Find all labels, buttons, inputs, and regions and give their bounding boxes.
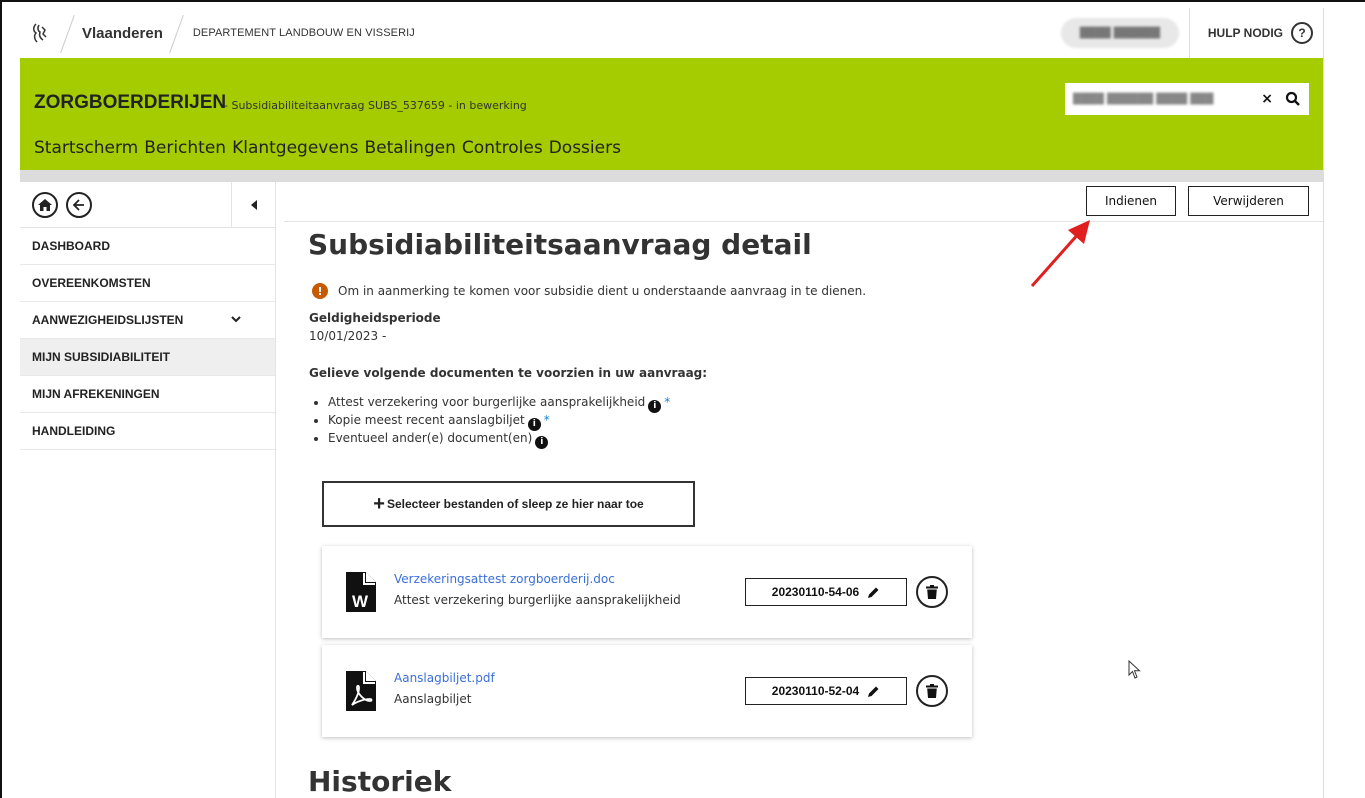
chevron-down-icon[interactable] [231, 314, 241, 324]
edit-version-button[interactable]: 20230110-54-06 [745, 578, 907, 606]
history-title: Historiek [308, 765, 452, 798]
validity-value: 10/01/2023 - [309, 329, 387, 343]
svg-text:W: W [352, 592, 369, 611]
nav-betalingen[interactable]: Betalingen [364, 138, 455, 158]
docs-heading: Gelieve volgende documenten te voorzien … [309, 366, 708, 380]
brand-name[interactable]: Vlaanderen [76, 25, 169, 42]
header-separator [20, 170, 1323, 182]
flemish-lion-logo-icon[interactable] [20, 8, 60, 58]
nav-klantgegevens[interactable]: Klantgegevens [232, 138, 358, 158]
search-icon[interactable] [1285, 91, 1301, 107]
sidebar-tools [20, 182, 275, 228]
pdf-file-icon [346, 671, 376, 711]
sidebar-item-label: DASHBOARD [32, 239, 110, 253]
delete-file-button[interactable] [916, 576, 948, 608]
sidebar-item-dashboard[interactable]: DASHBOARD [20, 228, 275, 265]
sidebar-item-aanwezigheidslijsten[interactable]: AANWEZIGHEIDSLIJSTEN [20, 302, 275, 339]
sidebar: DASHBOARD OVEREENKOMSTEN AANWEZIGHEIDSLI… [20, 182, 276, 798]
version-label: 20230110-54-06 [771, 585, 860, 599]
help-label: HULP NODIG [1207, 26, 1283, 40]
page-title: Subsidiabiliteitsaanvraag detail [308, 228, 812, 261]
trash-icon [926, 585, 938, 599]
collapse-sidebar-icon[interactable] [231, 182, 275, 228]
sidebar-item-overeenkomsten[interactable]: OVEREENKOMSTEN [20, 265, 275, 302]
info-icon[interactable]: i [535, 435, 549, 449]
notice-text: Om in aanmerking te komen voor subsidie … [338, 284, 867, 298]
back-arrow-icon[interactable] [66, 191, 92, 218]
version-label: 20230110-52-04 [771, 684, 860, 698]
pencil-icon [868, 686, 879, 697]
sidebar-item-label: OVEREENKOMSTEN [32, 276, 151, 290]
main-content: Indienen Verwijderen Subsidiabiliteitsaa… [284, 182, 1323, 798]
nav-controles[interactable]: Controles [462, 138, 543, 158]
sidebar-item-mijn-subsidiabiliteit[interactable]: MIJN SUBSIDIABILITEIT [20, 339, 275, 376]
sidebar-item-handleiding[interactable]: HANDLEIDING [20, 413, 275, 450]
divider [169, 8, 185, 58]
sidebar-item-label: MIJN AFREKENINGEN [32, 387, 160, 401]
sidebar-item-mijn-afrekeningen[interactable]: MIJN AFREKENINGEN [20, 376, 275, 413]
question-icon: ? [1291, 22, 1313, 44]
topbar-right: ████ ██████ HULP NODIG ? [1060, 8, 1323, 58]
annotation-arrow-icon [1030, 220, 1090, 287]
file-card: Aanslagbiljet.pdf Aanslagbiljet 20230110… [322, 645, 972, 737]
submit-button[interactable]: Indienen [1086, 186, 1176, 216]
list-item: Kopie meest recent aanslagbiljeti* [328, 413, 670, 431]
list-item: Eventueel ander(e) document(en)i [328, 431, 670, 449]
required-marker: * [543, 413, 550, 427]
plus-icon: + [373, 492, 385, 515]
sidebar-item-label: AANWEZIGHEIDSLIJSTEN [32, 313, 184, 327]
top-bar: Vlaanderen DEPARTEMENT LANDBOUW EN VISSE… [20, 8, 1323, 58]
delete-file-button[interactable] [916, 675, 948, 707]
user-profile-button[interactable]: ████ ██████ [1060, 18, 1179, 48]
pencil-icon [868, 587, 879, 598]
file-link[interactable]: Aanslagbiljet.pdf [394, 671, 495, 685]
divider [60, 8, 76, 58]
help-button[interactable]: HULP NODIG ? [1188, 8, 1323, 58]
mouse-cursor-icon [1128, 660, 1141, 679]
app-header: ZORGBOERDERIJEN - Subsidiabiliteitaanvra… [20, 58, 1323, 170]
nav-dossiers[interactable]: Dossiers [549, 138, 621, 158]
edit-version-button[interactable]: 20230110-52-04 [745, 677, 907, 705]
sidebar-item-label: MIJN SUBSIDIABILITEIT [32, 350, 171, 364]
word-file-icon: W [346, 572, 376, 612]
validity-label: Geldigheidsperiode [309, 311, 441, 325]
file-upload-dropzone[interactable]: + Selecteer bestanden of sleep ze hier n… [322, 481, 695, 527]
search-box[interactable]: ████ ██████ ████ ███ × [1065, 83, 1309, 115]
required-marker: * [664, 395, 671, 409]
main-nav: Startscherm Berichten Klantgegevens Beta… [34, 138, 621, 158]
info-icon[interactable]: i [648, 399, 662, 413]
search-input[interactable]: ████ ██████ ████ ███ [1073, 94, 1261, 105]
home-icon[interactable] [32, 191, 58, 218]
department-name[interactable]: DEPARTEMENT LANDBOUW EN VISSERIJ [185, 27, 415, 39]
upload-label: Selecteer bestanden of sleep ze hier naa… [386, 497, 644, 511]
page-edge [1323, 8, 1324, 798]
file-type: Aanslagbiljet [394, 692, 472, 706]
info-icon[interactable]: i [527, 417, 541, 431]
info-notice: ! Om in aanmerking te komen voor subsidi… [312, 283, 866, 299]
list-item: Attest verzekering voor burgerlijke aans… [328, 395, 670, 413]
required-docs-list: Attest verzekering voor burgerlijke aans… [328, 395, 670, 449]
clear-search-icon[interactable]: × [1261, 91, 1273, 107]
file-link[interactable]: Verzekeringsattest zorgboerderij.doc [394, 572, 615, 586]
trash-icon [926, 684, 938, 698]
nav-startscherm[interactable]: Startscherm [34, 138, 138, 158]
nav-berichten[interactable]: Berichten [144, 138, 226, 158]
app-subtitle: - Subsidiabiliteitaanvraag SUBS_537659 -… [224, 99, 527, 112]
file-type: Attest verzekering burgerlijke aansprake… [394, 593, 681, 607]
app-title[interactable]: ZORGBOERDERIJEN [34, 92, 226, 114]
file-card: W Verzekeringsattest zorgboerderij.doc A… [322, 546, 972, 638]
action-toolbar: Indienen Verwijderen [284, 182, 1323, 222]
warning-icon: ! [312, 283, 328, 299]
delete-button[interactable]: Verwijderen [1188, 186, 1309, 216]
sidebar-item-label: HANDLEIDING [32, 424, 116, 438]
